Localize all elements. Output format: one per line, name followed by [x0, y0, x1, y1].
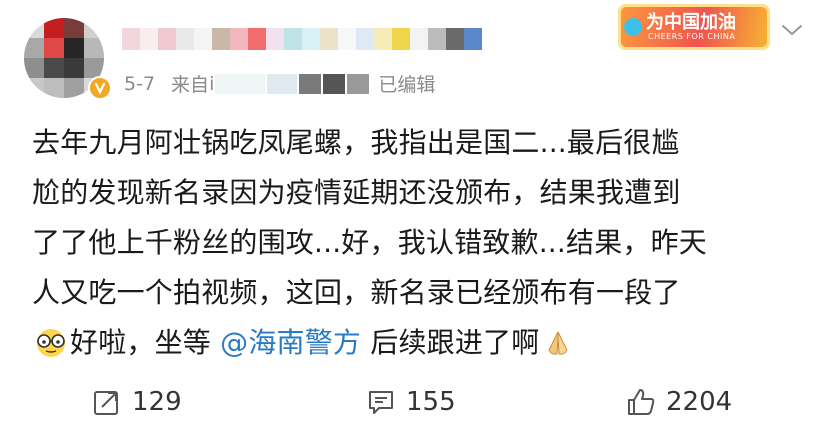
- repost-button[interactable]: 129: [92, 380, 182, 424]
- post-text-segment: 好啦，坐等: [70, 326, 212, 359]
- like-count: 2204: [666, 387, 733, 417]
- banner-subtitle: CHEERS FOR CHINA: [648, 32, 736, 41]
- banner-title: 为中国加油: [646, 12, 736, 33]
- source-blurred: [215, 73, 266, 94]
- glasses-face-emoji-icon: [37, 329, 65, 357]
- like-button[interactable]: 2204: [626, 380, 732, 424]
- post-text-line: 去年九月阿壮锅吃凤尾螺，我指出是国二...最后很尴: [32, 126, 680, 159]
- cheers-for-china-banner[interactable]: 为中国加油 CHEERS FOR CHINA: [618, 4, 770, 50]
- chevron-down-icon[interactable]: [780, 22, 804, 38]
- pray-hands-emoji-icon: [548, 331, 569, 355]
- post-text-line-last: 好啦，坐等 @海南警方 后续跟进了啊: [32, 318, 802, 368]
- comment-button[interactable]: 155: [366, 380, 456, 424]
- thumbs-up-icon: [628, 389, 655, 415]
- post-text-segment: 后续跟进了啊: [370, 326, 540, 359]
- post-text-line: 尬的发现新名录因为疫情延期还没颁布，结果我遭到: [32, 176, 681, 209]
- post-text-line: 人又吃一个拍视频，这回，新名录已经颁布有一段了: [32, 276, 681, 309]
- username-blurred[interactable]: [122, 28, 482, 56]
- post-content: 去年九月阿壮锅吃凤尾螺，我指出是国二...最后很尴 尬的发现新名录因为疫情延期还…: [32, 118, 802, 368]
- source-prefix: 来自: [171, 74, 210, 96]
- repost-count: 129: [132, 387, 182, 417]
- post-text-line: 了了他上千粉丝的围攻...好，我认错致歉...结果，昨天: [32, 226, 708, 259]
- swirl-icon: [624, 18, 642, 36]
- post-date: 5-7: [124, 72, 156, 95]
- comment-count: 155: [406, 387, 456, 417]
- post-meta: 5-7 来自 i 已编辑: [124, 70, 435, 97]
- source-visible-char: i: [209, 72, 215, 95]
- comment-icon: [369, 391, 393, 414]
- edited-label[interactable]: 已编辑: [378, 70, 435, 97]
- mention-link[interactable]: @海南警方: [220, 326, 361, 359]
- repost-icon: [94, 391, 118, 415]
- action-bar: 129 155 2204: [0, 380, 828, 424]
- verified-badge-icon: [88, 76, 112, 100]
